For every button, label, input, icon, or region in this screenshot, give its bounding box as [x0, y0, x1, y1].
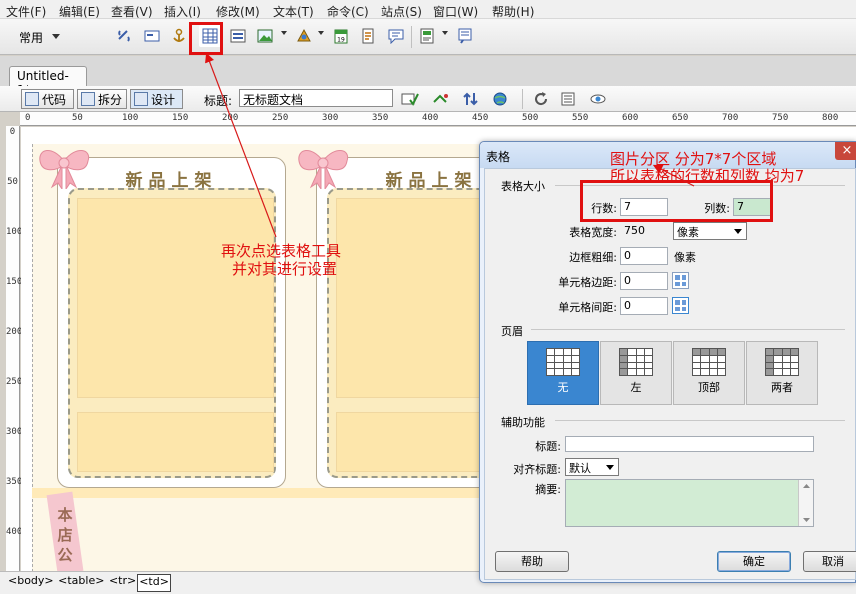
annotation-arrow	[205, 52, 277, 238]
annotation-text: 图片分区 分为7*7个区域	[610, 150, 777, 168]
annotation-arrows	[205, 52, 695, 238]
annotation-text: 再次点选表格工具	[221, 242, 342, 260]
annotation-text: 所以表格的行数和列数 均为7	[610, 167, 805, 185]
annotation-text: 并对其进行设置	[232, 260, 338, 278]
